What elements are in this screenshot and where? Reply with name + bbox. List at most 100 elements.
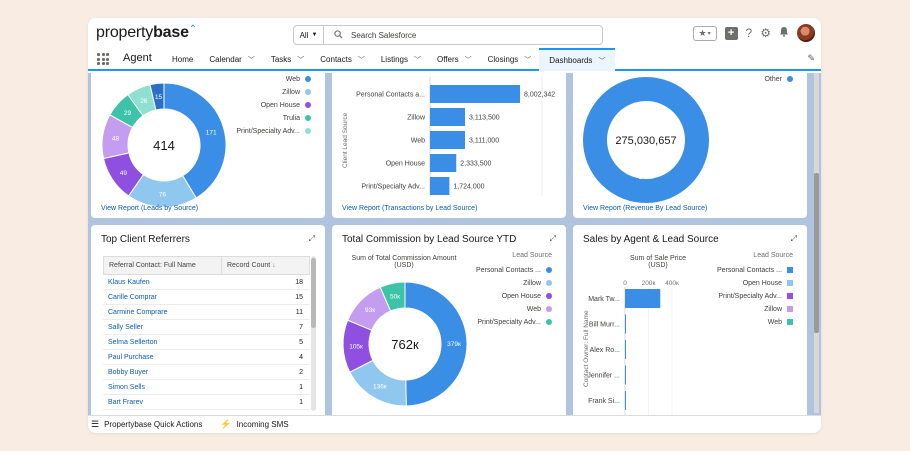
header-tools: ★ ▾ + ? ⚙ (692, 24, 815, 42)
global-actions-plus-icon[interactable]: + (724, 26, 738, 40)
legend-item[interactable]: Print/Specialty Adv... (476, 316, 552, 329)
bar[interactable] (430, 108, 466, 126)
nav-item-tasks[interactable]: Tasks ﹀ (263, 48, 312, 71)
setup-gear-icon[interactable]: ⚙ (760, 26, 771, 40)
legend-item[interactable]: Personal Contacts ... (476, 264, 552, 277)
page-scrollbar[interactable] (814, 73, 819, 413)
bar[interactable] (430, 131, 465, 149)
referrer-name-link[interactable]: Carmine Comprare (103, 309, 221, 316)
chevron-down-icon[interactable]: ﹀ (598, 56, 605, 66)
referrer-name-link[interactable]: Bobby Buyer (103, 369, 221, 376)
app-name: Agent (123, 52, 152, 64)
category-label: Open House (386, 161, 425, 168)
quick-actions-item[interactable]: ☰ Propertybase Quick Actions (88, 419, 202, 430)
favorites-star-icon[interactable]: ★ ▾ (692, 25, 717, 41)
slice-value-label: 26 (140, 98, 148, 105)
table-scroll-thumb[interactable] (311, 258, 316, 328)
chevron-down-icon[interactable]: ﹀ (465, 55, 472, 65)
slice-value-label: 76 (159, 191, 167, 198)
nav-item-calendar[interactable]: Calendar ﹀ (201, 48, 262, 71)
nav-item-offers[interactable]: Offers ﹀ (429, 48, 480, 71)
column-header-count[interactable]: Record Count ↓ (222, 257, 309, 274)
nav-item-home[interactable]: Home (164, 48, 201, 71)
legend-swatch (787, 306, 793, 313)
referrer-name-link[interactable]: Paul Purchase (103, 354, 221, 361)
app-launcher-icon[interactable] (97, 53, 109, 65)
legend-item[interactable]: Zillow (717, 303, 793, 316)
category-label: Web (411, 138, 425, 145)
table-row: Sally Seller 7 (103, 320, 310, 335)
nav-item-listings[interactable]: Listings ﹀ (373, 48, 429, 71)
referrer-name-link[interactable]: Sally Seller (103, 324, 221, 331)
incoming-sms-item[interactable]: ⚡ Incoming SMS (217, 419, 288, 430)
slice-value-label: 379к (447, 341, 461, 348)
nav-item-dashboards[interactable]: Dashboards ﹀ (539, 48, 616, 71)
legend-item[interactable]: Print/Specialty Adv... (236, 125, 311, 138)
legend-item[interactable]: Open House (476, 290, 552, 303)
app-window: propertybase⌃ All ▼ Search Salesforce ★ ▾ … (88, 18, 821, 433)
legend-swatch (546, 306, 552, 313)
propertybase-logo[interactable]: propertybase⌃ (96, 24, 197, 42)
edit-nav-pencil-icon[interactable]: ✎ (807, 53, 815, 64)
bar[interactable] (625, 391, 626, 410)
expand-icon[interactable]: ⤢ (309, 234, 315, 244)
table-row: Bart Frarev 1 (103, 395, 310, 410)
legend-label: Print/Specialty Adv... (236, 127, 300, 135)
referrer-name-link[interactable]: Klaus Kaufen (103, 279, 221, 286)
notifications-bell-icon[interactable] (779, 26, 789, 40)
referrer-name-link[interactable]: Carille Comprar (103, 294, 221, 301)
legend-swatch (305, 102, 311, 109)
legend-item[interactable]: Open House (717, 277, 793, 290)
global-header: propertybase⌃ All ▼ Search Salesforce ★ ▾ … (88, 18, 821, 48)
chevron-down-icon[interactable]: ﹀ (524, 55, 531, 65)
nav-item-closings[interactable]: Closings ﹀ (480, 48, 540, 71)
sales-legend: Lead Source Personal Contacts ... Open Hou… (717, 252, 793, 328)
search-scope-select[interactable]: All ▼ (294, 26, 324, 44)
help-icon[interactable]: ? (746, 26, 753, 40)
column-header-name[interactable]: Referral Contact: Full Name (104, 257, 222, 274)
legend-item[interactable]: Personal Contacts ... (717, 264, 793, 277)
view-report-leads-link[interactable]: View Report (Leads by Source) (101, 205, 198, 212)
bar[interactable] (430, 85, 520, 103)
slice-value-label: 93к (365, 307, 375, 314)
view-report-transactions-link[interactable]: View Report (Transactions by Lead Source… (342, 205, 477, 212)
legend-item[interactable]: Web (717, 316, 793, 329)
legend-swatch (546, 319, 552, 325)
view-report-revenue-link[interactable]: View Report (Revenue By Lead Source) (583, 205, 707, 212)
legend-item[interactable]: Zillow (476, 277, 552, 290)
nav-item-contacts[interactable]: Contacts ﹀ (312, 48, 373, 71)
legend-item[interactable]: Other (764, 73, 793, 86)
bar[interactable] (625, 365, 626, 385)
search-input[interactable]: Search Salesforce (351, 31, 416, 40)
referrer-name-link[interactable]: Bart Frarev (103, 399, 221, 406)
lightning-icon: ⚡ (220, 419, 232, 429)
legend-item[interactable]: Print/Specialty Adv... (717, 290, 793, 303)
page-scroll-thumb[interactable] (814, 173, 819, 333)
bar-value-label: 8,002,342 (524, 92, 555, 99)
bar[interactable] (625, 289, 661, 308)
user-avatar[interactable] (797, 24, 815, 42)
bar[interactable] (625, 314, 626, 334)
chevron-down-icon[interactable]: ﹀ (358, 55, 365, 65)
chevron-down-icon[interactable]: ﹀ (248, 55, 255, 65)
list-icon: ☰ (91, 419, 100, 429)
record-count-cell: 11 (295, 308, 303, 316)
bar[interactable] (430, 177, 450, 195)
chevron-down-icon[interactable]: ﹀ (297, 55, 304, 65)
legend-label: Zillow (764, 305, 782, 313)
legend-item[interactable]: Trulia (236, 112, 311, 125)
legend-item[interactable]: Zillow (236, 86, 311, 99)
table-scrollbar[interactable] (311, 256, 316, 411)
commission-total-value: 762к (391, 337, 419, 352)
nav-items: Home Calendar ﹀ Tasks ﹀ Contacts ﹀ Listings… (164, 48, 616, 71)
legend-item[interactable]: Web (476, 303, 552, 316)
legend-item[interactable]: Open House (236, 99, 311, 112)
legend-item[interactable]: Web (236, 73, 311, 86)
bar[interactable] (430, 154, 457, 172)
global-search[interactable]: All ▼ Search Salesforce (293, 25, 603, 45)
bar[interactable] (625, 340, 626, 359)
referrer-name-link[interactable]: Selma Sellerton (103, 339, 221, 346)
referrer-name-link[interactable]: Simon Sells (103, 384, 221, 391)
slice-value-label: 15 (155, 94, 163, 101)
chevron-down-icon[interactable]: ﹀ (414, 55, 421, 65)
